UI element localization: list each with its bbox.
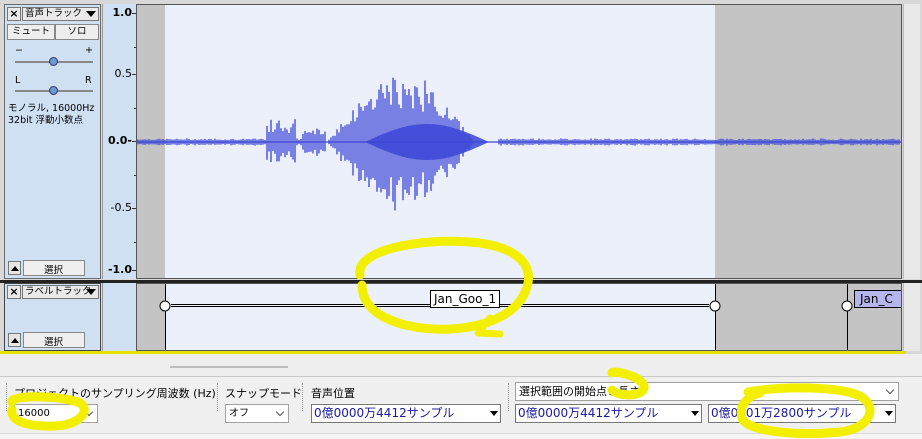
selection-length-control[interactable]: 0億0001万2800サンプル [708, 404, 896, 423]
amplitude-ruler: 1.0 0.5 0.0- -0.5 -1.0 [102, 4, 136, 279]
close-track-button[interactable]: × [7, 7, 21, 21]
select-label-track-label: 選択 [44, 337, 64, 348]
scale-label-top: 1.0 [112, 6, 133, 19]
selection-mode-combo[interactable]: 選択範囲の開始点と長さ [515, 382, 899, 401]
selection-length-value: 0億0001万2800サンプル [711, 406, 852, 420]
project-rate-label: プロジェクトのサンプリング周波数 (Hz) [14, 387, 216, 400]
snap-mode-value: オフ [229, 408, 249, 419]
snap-mode-combo[interactable]: オフ [225, 404, 289, 423]
toolbar-grip[interactable] [6, 383, 9, 411]
select-track-label: 選択 [44, 265, 64, 276]
solo-button[interactable]: ソロ [55, 24, 99, 40]
mute-button[interactable]: ミュート [7, 24, 55, 40]
select-label-track-button[interactable]: 選択 [23, 332, 85, 348]
track-sample-format-info: 32bit 浮動小数点 [8, 115, 84, 126]
label-text: Jan_Goo_1 [434, 292, 497, 306]
close-label-track-button[interactable]: × [7, 285, 21, 299]
pan-right-label: R [85, 75, 92, 86]
label-area[interactable]: Jan_Goo_1 Jan_C [136, 283, 902, 351]
collapse-label-track-button[interactable] [8, 333, 21, 347]
scale-label-zero: 0.0- [107, 134, 132, 147]
chevron-down-icon [275, 407, 285, 417]
dropdown-arrow-icon [86, 289, 96, 295]
label-track-name: ラベルトラック [25, 286, 92, 297]
gain-slider-thumb[interactable] [49, 57, 58, 66]
dropdown-arrow-icon [885, 411, 893, 416]
label-track-control-panel: × ラベルトラック 選択 [4, 283, 101, 351]
label2-text: Jan_C [860, 292, 893, 306]
collapse-track-button[interactable] [8, 261, 21, 275]
gain-plus-label: + [85, 45, 93, 56]
dropdown-arrow-icon [490, 411, 498, 416]
waveform-area[interactable] [136, 4, 902, 279]
project-rate-value: 16000 [18, 408, 50, 419]
unselected-region-left [137, 284, 165, 350]
label-boundary-line [165, 284, 166, 350]
gain-minus-label: − [15, 45, 23, 56]
label-end-handle-icon[interactable] [709, 298, 723, 314]
label-start-handle-icon[interactable] [159, 298, 173, 314]
scale-label-neg-half: -0.5 [110, 201, 132, 214]
snap-mode-label: スナップモード [225, 387, 302, 400]
track-format-info: モノラル, 16000Hz [8, 103, 95, 114]
toolbar-grip[interactable] [508, 383, 511, 411]
label-text-box[interactable]: Jan_Goo_1 [430, 290, 501, 308]
resize-grip[interactable] [170, 366, 288, 368]
audio-position-control[interactable]: 0億0000万4412サンプル [311, 404, 501, 423]
label-boundary-line [715, 284, 716, 350]
chevron-down-icon [84, 407, 94, 417]
audio-position-value: 0億0000万4412サンプル [314, 406, 455, 420]
selection-start-control[interactable]: 0億0000万4412サンプル [515, 404, 702, 423]
audio-track: × 音声トラック ミュート ソロ − + L R モノラル, 16000Hz 3… [0, 0, 922, 280]
toolbar-grip[interactable] [302, 383, 305, 411]
label-boundary-line [847, 284, 848, 350]
track-name-label: 音声トラック [25, 8, 83, 19]
dropdown-arrow-icon [691, 411, 699, 416]
track-name-menu[interactable]: 音声トラック [22, 7, 99, 21]
project-rate-combo[interactable]: 16000 [14, 404, 98, 423]
toolbar-grip[interactable] [217, 383, 220, 411]
label-track-ruler [102, 283, 136, 351]
waveform [137, 77, 901, 211]
scale-label-bottom: -1.0 [107, 263, 132, 276]
empty-track-area [0, 354, 922, 376]
vertical-scrollbar[interactable] [903, 4, 920, 279]
label2-start-handle-icon[interactable] [841, 298, 855, 314]
label-track: × ラベルトラック 選択 Jan_Goo_1 Jan_C [0, 283, 922, 355]
chevron-down-icon [885, 385, 895, 395]
label-track-name-menu[interactable]: ラベルトラック [22, 285, 99, 299]
selection-mode-value: 選択範囲の開始点と長さ [519, 385, 640, 398]
pan-left-label: L [15, 75, 21, 86]
pan-slider-thumb[interactable] [49, 86, 58, 95]
label2-text-box[interactable]: Jan_C [854, 290, 901, 308]
selection-toolbar: プロジェクトのサンプリング周波数 (Hz) 16000 スナップモード オフ 音… [0, 376, 922, 439]
selection-start-value: 0億0000万4412サンプル [518, 406, 659, 420]
dropdown-arrow-icon [86, 11, 96, 17]
vertical-scrollbar-lower[interactable] [903, 283, 920, 351]
scale-label-half: 0.5 [114, 67, 133, 80]
select-track-button[interactable]: 選択 [23, 260, 85, 276]
status-bar [0, 433, 922, 439]
audio-track-control-panel: × 音声トラック ミュート ソロ − + L R モノラル, 16000Hz 3… [4, 4, 101, 279]
audio-position-label: 音声位置 [311, 387, 355, 400]
